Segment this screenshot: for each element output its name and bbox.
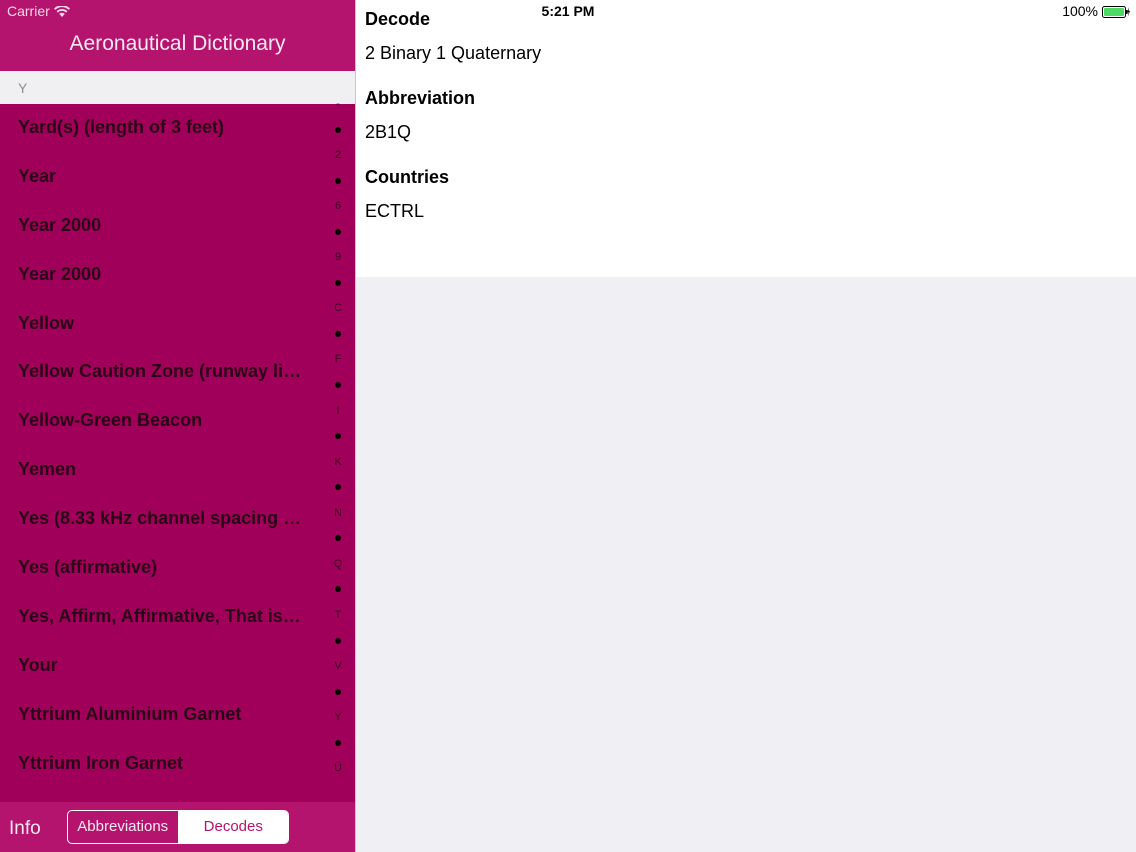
- list-item[interactable]: Yes, Affirm, Affirmative, That is correc…: [0, 593, 305, 642]
- list-item[interactable]: Year 2000: [0, 202, 305, 251]
- index-letter[interactable]: T: [326, 603, 350, 629]
- index-dot-icon: [335, 126, 341, 133]
- index-dot[interactable]: [326, 424, 350, 450]
- list-item[interactable]: Yemen: [0, 446, 305, 495]
- list-item[interactable]: Yard(s) (length of 3 feet): [0, 104, 305, 153]
- decodes-segment[interactable]: Decodes: [178, 811, 288, 843]
- list-item[interactable]: Year 2000: [0, 251, 305, 300]
- index-letter[interactable]: C: [326, 296, 350, 322]
- index-dot[interactable]: [326, 220, 350, 246]
- index-letter[interactable]: F: [326, 347, 350, 373]
- index-letter[interactable]: 2: [326, 143, 350, 169]
- list-item[interactable]: Yttrium Aluminium Garnet: [0, 691, 305, 740]
- countries-value: ECTRL: [365, 201, 425, 221]
- term-list: Yard(s) (length of 3 feet) Year Year 2000 Y…: [0, 104, 330, 788]
- sidebar: Aeronautical Dictionary Y Yard(s) (lengt…: [0, 0, 355, 852]
- index-letter[interactable]: Ü: [326, 756, 350, 782]
- index-dot[interactable]: [326, 322, 350, 348]
- section-index-bar[interactable]: - 2 6 9 CFIKNQTVYÜ: [326, 92, 350, 782]
- index-dot[interactable]: [326, 373, 350, 399]
- index-dot[interactable]: [326, 475, 350, 501]
- section-header: Y: [0, 71, 355, 104]
- list-item[interactable]: Yellow Caution Zone (runway lighting): [0, 348, 305, 397]
- decode-value: 2 Binary 1 Quaternary: [365, 43, 542, 63]
- list-item[interactable]: Yes (affirmative): [0, 544, 305, 593]
- list-item[interactable]: Yttrium Iron Garnet: [0, 740, 305, 789]
- index-letter[interactable]: I: [326, 399, 350, 425]
- countries-label: Countries: [365, 167, 450, 187]
- index-letter[interactable]: -: [326, 92, 350, 118]
- index-dot-icon: [335, 484, 341, 491]
- index-dot-icon: [335, 228, 341, 235]
- index-letter[interactable]: N: [326, 501, 350, 527]
- index-dot-icon: [335, 739, 341, 746]
- index-letter[interactable]: V: [326, 654, 350, 680]
- index-letter[interactable]: 9: [326, 245, 350, 271]
- abbreviation-value: 2B1Q: [365, 122, 412, 142]
- index-dot[interactable]: [326, 577, 350, 603]
- index-letter[interactable]: Q: [326, 552, 350, 578]
- index-dot-icon: [335, 279, 341, 286]
- detail-card: Decode 2 Binary 1 Quaternary Abbreviatio…: [356, 0, 1136, 277]
- index-dot-icon: [335, 688, 341, 695]
- index-letter[interactable]: Y: [326, 705, 350, 731]
- abbreviation-label: Abbreviation: [365, 88, 476, 108]
- nav-bar: Aeronautical Dictionary: [0, 0, 355, 71]
- index-dot-icon: [335, 637, 341, 644]
- list-item[interactable]: Your: [0, 642, 305, 691]
- list-item[interactable]: Yellow: [0, 300, 305, 349]
- index-dot[interactable]: [326, 628, 350, 654]
- decode-label: Decode: [365, 9, 431, 29]
- info-button[interactable]: Info: [9, 818, 41, 840]
- index-dot[interactable]: [326, 731, 350, 757]
- index-dot[interactable]: [326, 271, 350, 297]
- abbreviations-segment[interactable]: Abbreviations: [68, 811, 179, 843]
- detail-pane: Decode 2 Binary 1 Quaternary Abbreviatio…: [356, 0, 1136, 852]
- list-item[interactable]: Year: [0, 153, 305, 202]
- index-dot[interactable]: [326, 680, 350, 706]
- index-dot[interactable]: [326, 169, 350, 195]
- list-item[interactable]: Yes (8.33 kHz channel spacing capability…: [0, 495, 305, 544]
- index-dot[interactable]: [326, 526, 350, 552]
- index-dot-icon: [335, 382, 341, 389]
- mode-segmented-control: Abbreviations Decodes: [67, 810, 289, 844]
- index-dot-icon: [335, 177, 341, 184]
- index-dot-icon: [335, 433, 341, 440]
- index-letter[interactable]: 6: [326, 194, 350, 220]
- index-dot-icon: [335, 331, 341, 338]
- index-letter[interactable]: K: [326, 450, 350, 476]
- list-item[interactable]: Yellow-Green Beacon: [0, 397, 305, 446]
- app-title: Aeronautical Dictionary: [69, 32, 286, 55]
- index-dot-icon: [335, 535, 341, 542]
- index-dot-icon: [335, 586, 341, 593]
- app-window: Aeronautical Dictionary Y Yard(s) (lengt…: [0, 0, 1136, 852]
- index-dot[interactable]: [326, 118, 350, 144]
